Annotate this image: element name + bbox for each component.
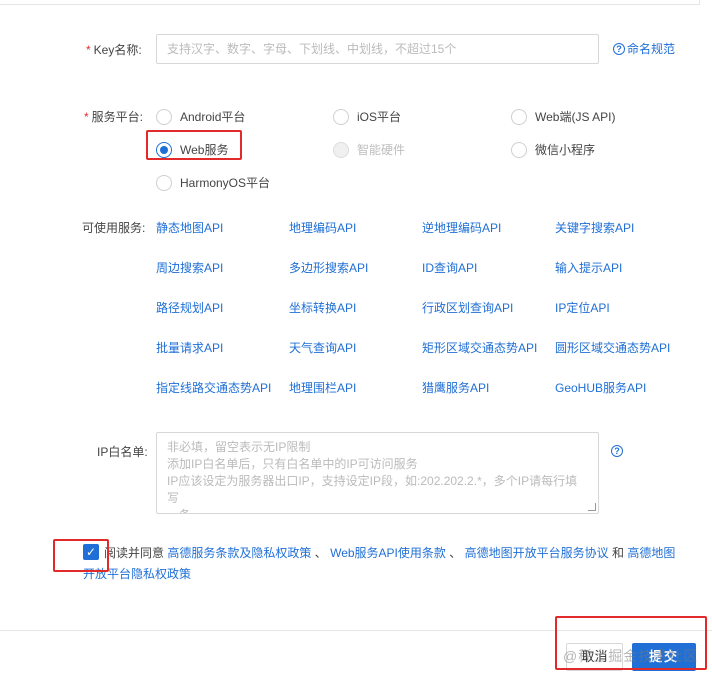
platform-agreement-link[interactable]: 高德地图开放平台服务协议 xyxy=(465,546,609,560)
service-link[interactable]: ID查询API xyxy=(422,260,477,276)
services-label: 可使用服务: xyxy=(82,221,146,235)
service-link[interactable]: 多边形搜索API xyxy=(289,260,368,276)
service-link[interactable]: 批量请求API xyxy=(156,340,223,356)
agreement-text: 阅读并同意 高德服务条款及隐私权政策 、 Web服务API使用条款 、 高德地图… xyxy=(83,543,683,585)
service-link[interactable]: 路径规划API xyxy=(156,300,223,316)
placeholder-line: 非必填，留空表示无IP限制 xyxy=(167,440,311,454)
radio-wechat-mini-program[interactable]: 微信小程序 xyxy=(511,142,595,158)
placeholder-line: IP应该设定为服务器出口IP，支持设定IP段，如:202.202.2.*，多个I… xyxy=(167,474,578,505)
service-link[interactable]: 圆形区域交通态势API xyxy=(555,340,670,356)
service-link[interactable]: 静态地图API xyxy=(156,220,223,236)
conjunction: 和 xyxy=(611,546,624,560)
naming-rule-link[interactable]: ? 命名规范 xyxy=(613,42,675,56)
question-circle-icon[interactable]: ? xyxy=(611,445,623,457)
radio-label: iOS平台 xyxy=(357,110,402,124)
required-mark: * xyxy=(84,110,89,124)
radio-label: Web服务 xyxy=(180,143,229,157)
top-divider xyxy=(0,0,700,5)
radio-circle xyxy=(511,142,527,158)
required-mark: * xyxy=(86,43,91,57)
placeholder-line: 一条 xyxy=(167,507,588,513)
service-link[interactable]: 坐标转换API xyxy=(289,300,356,316)
key-name-label-text: Key名称: xyxy=(93,43,142,57)
service-link[interactable]: 天气查询API xyxy=(289,340,356,356)
agree-checkbox[interactable]: ✓ xyxy=(83,544,99,560)
radio-label: Web端(JS API) xyxy=(535,110,616,124)
radio-label: 智能硬件 xyxy=(357,143,406,157)
ip-whitelist-label: IP白名单: xyxy=(97,445,148,459)
separator: 、 xyxy=(449,546,462,560)
ip-whitelist-textarea[interactable]: 非必填，留空表示无IP限制 添加IP白名单后，只有白名单中的IP可访问服务 IP… xyxy=(156,432,599,514)
resize-handle-icon[interactable] xyxy=(588,503,596,511)
radio-circle xyxy=(511,109,527,125)
radio-circle xyxy=(333,109,349,125)
radio-android[interactable]: Android平台 xyxy=(156,109,245,125)
radio-smart-hardware: 智能硬件 xyxy=(333,142,405,158)
platform-label: * 服务平台: xyxy=(84,109,143,125)
service-link[interactable]: 地理围栏API xyxy=(289,380,356,396)
service-link[interactable]: GeoHUB服务API xyxy=(555,380,646,396)
radio-label: 微信小程序 xyxy=(535,143,596,157)
terms-link[interactable]: 高德服务条款及隐私权政策 xyxy=(167,546,311,560)
radio-web-js-api[interactable]: Web端(JS API) xyxy=(511,109,615,125)
service-link[interactable]: 猎鹰服务API xyxy=(422,380,489,396)
radio-circle xyxy=(156,175,172,191)
service-link[interactable]: 行政区划查询API xyxy=(422,300,513,316)
radio-label: Android平台 xyxy=(180,110,246,124)
radio-label: HarmonyOS平台 xyxy=(180,176,271,190)
cancel-button[interactable]: 取消 xyxy=(566,643,623,671)
placeholder-line: 添加IP白名单后，只有白名单中的IP可访问服务 xyxy=(167,457,418,471)
service-link[interactable]: 逆地理编码API xyxy=(422,220,501,236)
platform-label-text: 服务平台: xyxy=(91,110,144,124)
separator: 、 xyxy=(314,546,327,560)
service-link[interactable]: 输入提示API xyxy=(555,260,622,276)
submit-button[interactable]: 提交 xyxy=(632,643,696,671)
agreement-prefix: 阅读并同意 xyxy=(104,546,165,560)
service-link[interactable]: IP定位API xyxy=(555,300,610,316)
key-name-label: * Key名称: xyxy=(86,42,142,58)
service-link[interactable]: 关键字搜索API xyxy=(555,220,634,236)
radio-circle xyxy=(156,142,172,158)
service-link[interactable]: 地理编码API xyxy=(289,220,356,236)
radio-web-service[interactable]: Web服务 xyxy=(156,142,228,158)
checkmark-icon: ✓ xyxy=(85,545,97,559)
radio-harmonyos[interactable]: HarmonyOS平台 xyxy=(156,175,270,191)
key-name-input[interactable]: 支持汉字、数字、字母、下划线、中划线，不超过15个 xyxy=(156,34,599,64)
radio-circle xyxy=(333,142,349,158)
naming-rule-link-text: 命名规范 xyxy=(627,42,676,56)
service-link[interactable]: 指定线路交通态势API xyxy=(156,380,271,396)
radio-ios[interactable]: iOS平台 xyxy=(333,109,401,125)
footer-divider xyxy=(0,630,712,631)
radio-circle xyxy=(156,109,172,125)
question-circle-icon: ? xyxy=(613,43,625,55)
service-link[interactable]: 矩形区域交通态势API xyxy=(422,340,537,356)
web-service-terms-link[interactable]: Web服务API使用条款 xyxy=(330,546,446,560)
service-link[interactable]: 周边搜索API xyxy=(156,260,223,276)
